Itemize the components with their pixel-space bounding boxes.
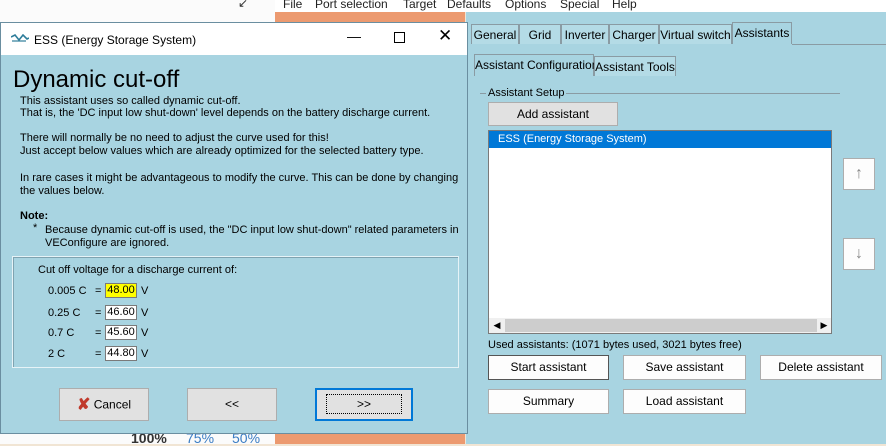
maximize-icon[interactable] bbox=[394, 32, 405, 43]
tab-assistant-configuration[interactable]: Assistant Configuration bbox=[474, 54, 598, 76]
menu-defaults[interactable]: Defaults bbox=[447, 0, 491, 11]
equals-sign: = bbox=[95, 285, 102, 297]
rate-label: 0.25 C bbox=[48, 307, 81, 319]
text-line: the values below. bbox=[20, 185, 105, 197]
rate-label: 0.7 C bbox=[48, 327, 75, 339]
cancel-x-icon: ✘ bbox=[76, 396, 91, 414]
tab-inverter[interactable]: Inverter bbox=[561, 24, 609, 44]
unit-label: V bbox=[141, 327, 149, 339]
unit-label: V bbox=[141, 348, 149, 360]
resize-arrow-icon: ↙ bbox=[238, 0, 249, 10]
unit-label: V bbox=[141, 285, 149, 297]
summary-button[interactable]: Summary bbox=[488, 389, 609, 414]
cancel-label: Cancel bbox=[93, 397, 132, 412]
equals-sign: = bbox=[95, 307, 102, 319]
note-label: Note: bbox=[20, 210, 49, 222]
text-line: There will normally be no need to adjust… bbox=[20, 132, 329, 144]
menu-target[interactable]: Target bbox=[403, 0, 436, 11]
dialog-titlebar: ESS (Energy Storage System) — ✕ bbox=[1, 23, 467, 55]
list-item[interactable]: ESS (Energy Storage System) bbox=[489, 131, 831, 148]
next-button[interactable]: >> bbox=[315, 388, 413, 421]
menu-options[interactable]: Options bbox=[505, 0, 546, 11]
menu-bar: File Port selection Target Defaults Opti… bbox=[275, 0, 886, 12]
assistant-list[interactable] bbox=[488, 130, 832, 334]
save-assistant-button[interactable]: Save assistant bbox=[623, 355, 746, 380]
close-icon[interactable]: ✕ bbox=[438, 26, 452, 46]
next-label: >> bbox=[325, 394, 402, 414]
dialog-heading: Dynamic cut-off bbox=[13, 66, 180, 93]
text-line: This assistant uses so called dynamic cu… bbox=[20, 95, 241, 107]
cutoff-group-label: Cut off voltage for a discharge current … bbox=[38, 264, 238, 276]
rate-label: 0.005 C bbox=[48, 285, 87, 297]
scroll-left-icon[interactable]: ◀ bbox=[490, 318, 504, 333]
assistant-setup-label: Assistant Setup bbox=[486, 87, 567, 99]
text-line: Just accept below values which are alrea… bbox=[20, 145, 424, 157]
note-text: VEConfigure are ignored. bbox=[45, 237, 170, 249]
tab-assistant-tools[interactable]: Assistant Tools bbox=[594, 56, 676, 76]
note-bullet: * bbox=[33, 222, 38, 234]
dialog-title: ESS (Energy Storage System) bbox=[34, 33, 197, 47]
scroll-right-icon[interactable]: ▶ bbox=[817, 318, 831, 333]
tab-grid[interactable]: Grid bbox=[519, 24, 561, 44]
move-down-icon[interactable]: ↓ bbox=[843, 238, 875, 270]
delete-assistant-button[interactable]: Delete assistant bbox=[760, 355, 882, 380]
tab-virtual-switch[interactable]: Virtual switch bbox=[659, 24, 732, 44]
load-assistant-button[interactable]: Load assistant bbox=[623, 389, 746, 414]
rate-label: 2 C bbox=[48, 348, 66, 360]
equals-sign: = bbox=[95, 348, 102, 360]
equals-sign: = bbox=[95, 327, 102, 339]
scrollbar-thumb[interactable] bbox=[505, 319, 817, 332]
cutoff-voltage-input[interactable]: 46.60 bbox=[105, 305, 137, 320]
cancel-button[interactable]: ✘ Cancel bbox=[59, 388, 149, 421]
tab-assistants[interactable]: Assistants bbox=[732, 22, 792, 44]
text-line: That is, the 'DC input low shut-down' le… bbox=[20, 107, 431, 119]
back-button[interactable]: << bbox=[187, 388, 277, 421]
used-assistants-text: Used assistants: (1071 bytes used, 3021 … bbox=[488, 339, 742, 351]
move-up-icon[interactable]: ↑ bbox=[843, 158, 875, 190]
tab-general[interactable]: General bbox=[471, 24, 519, 44]
note-text: Because dynamic cut-off is used, the "DC… bbox=[45, 224, 459, 236]
minimize-icon[interactable]: — bbox=[347, 28, 361, 44]
tab-line bbox=[792, 44, 886, 45]
add-assistant-button[interactable]: Add assistant bbox=[488, 102, 618, 126]
menu-special[interactable]: Special bbox=[560, 0, 599, 11]
cutoff-voltage-input[interactable]: 44.80 bbox=[105, 346, 137, 361]
text-line: In rare cases it might be advantageous t… bbox=[20, 172, 459, 184]
start-assistant-button[interactable]: Start assistant bbox=[488, 355, 609, 380]
cutoff-voltage-input[interactable]: 48.00 bbox=[105, 283, 137, 298]
cutoff-voltage-input[interactable]: 45.60 bbox=[105, 325, 137, 340]
menu-help[interactable]: Help bbox=[612, 0, 637, 11]
app-logo-icon bbox=[10, 33, 30, 47]
unit-label: V bbox=[141, 307, 149, 319]
menu-file[interactable]: File bbox=[283, 0, 302, 11]
ess-dialog: ESS (Energy Storage System) — ✕ Dynamic … bbox=[0, 22, 468, 434]
tab-charger[interactable]: Charger bbox=[609, 24, 659, 44]
menu-port-selection[interactable]: Port selection bbox=[315, 0, 388, 11]
